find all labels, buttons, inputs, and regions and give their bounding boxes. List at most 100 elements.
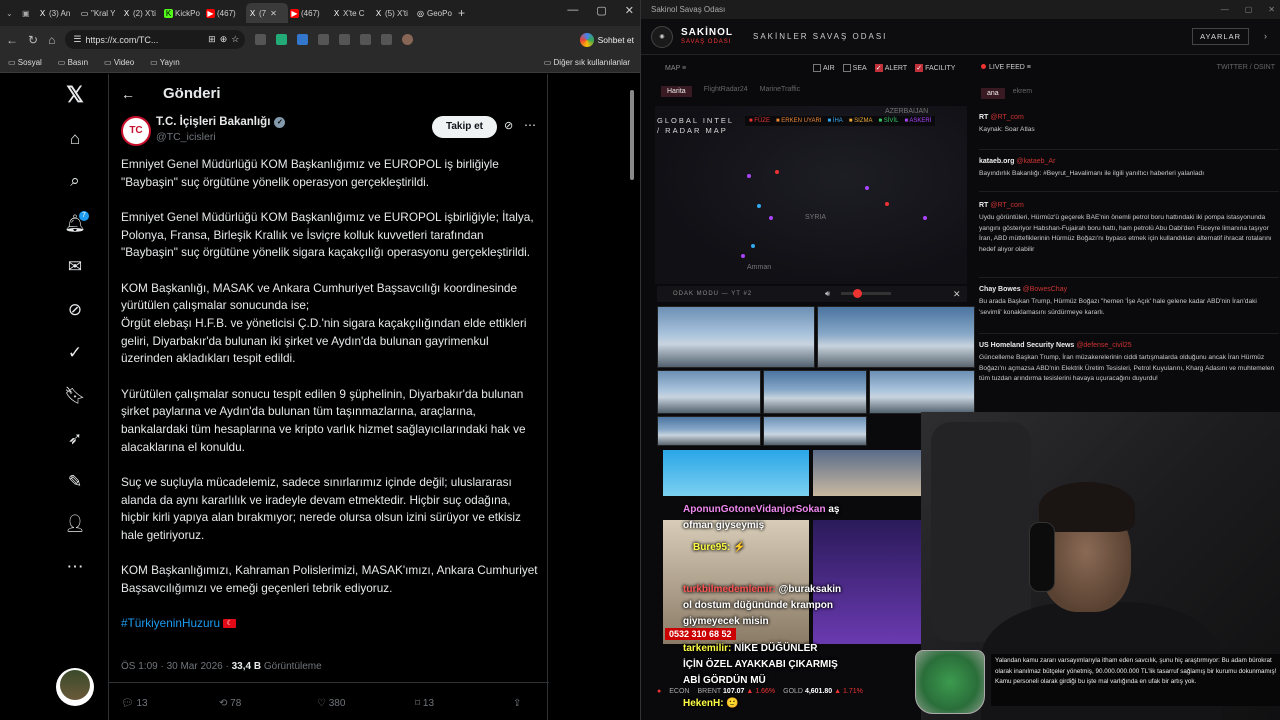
favorite-icon[interactable]: ☆ — [231, 34, 239, 45]
extension-icon[interactable] — [318, 34, 330, 45]
feed-post[interactable]: RT @RT_com Uydu görüntüleri, Hürmüz'ü geç… — [979, 202, 1279, 278]
map-marker[interactable] — [923, 216, 927, 220]
close-tab-icon[interactable]: ✕ — [270, 9, 277, 18]
articles-icon[interactable]: ✎ — [64, 471, 86, 493]
grok-icon[interactable]: ⊘ — [64, 299, 86, 321]
workspace-icon[interactable]: ▣ — [20, 3, 36, 23]
refresh-icon[interactable]: ↻ — [28, 33, 38, 47]
like-button[interactable]: ♡ 380 — [317, 698, 415, 709]
camera-feed[interactable] — [657, 416, 761, 446]
post-time[interactable]: ÖS 1:09 · 30 Mar 2026 · — [121, 661, 232, 672]
bookmark-folder[interactable]: Basın — [58, 58, 88, 67]
reply-button[interactable]: 💬︎ 13 — [121, 698, 219, 709]
browser-tab-10[interactable]: ◎ GeoPo — [414, 3, 456, 23]
translate-icon[interactable]: ⊞ — [208, 34, 216, 45]
tab-menu-icon[interactable]: ⌄ — [4, 3, 20, 23]
feed-post[interactable]: US Homeland Security News @defense_civil2… — [979, 342, 1279, 410]
hashtag-link[interactable]: #TürkiyeninHuzuru — [121, 616, 220, 630]
account-avatar[interactable]: TC — [121, 116, 151, 146]
browser-tab-1[interactable]: X (3) An — [36, 3, 78, 23]
feed-post[interactable]: RT @RT_com Kaynak: Soar Atlas — [979, 114, 1279, 150]
camera-feed[interactable] — [817, 306, 975, 368]
explore-search-icon[interactable]: ⌕ — [64, 170, 86, 192]
bookmark-folder[interactable]: Sosyal — [8, 58, 42, 67]
map-marker[interactable] — [769, 216, 773, 220]
share-icon[interactable]: ⇪ — [513, 698, 533, 709]
bookmark-folder[interactable]: Video — [104, 58, 134, 67]
premium-icon[interactable]: ✓ — [64, 342, 86, 364]
extension-icon[interactable] — [297, 34, 309, 45]
user-avatar[interactable] — [60, 670, 90, 700]
tab-ekrem[interactable]: ekrem — [1013, 88, 1032, 99]
volume-slider-knob[interactable] — [853, 289, 862, 298]
map-marker[interactable] — [747, 174, 751, 178]
settings-button[interactable]: AYARLAR — [1192, 28, 1249, 45]
favorites-icon[interactable] — [360, 34, 372, 45]
collections-icon[interactable] — [381, 34, 393, 45]
back-icon[interactable]: ← — [6, 33, 18, 47]
grok-explain-icon[interactable]: ⊘ — [504, 119, 513, 132]
map-marker[interactable] — [885, 202, 889, 206]
minimize-icon[interactable]: — — [567, 4, 578, 17]
minimize-icon[interactable]: — — [1221, 0, 1229, 19]
split-screen-icon[interactable] — [339, 34, 351, 45]
filter-facility[interactable]: ✓ FACILITY — [915, 64, 955, 72]
home-icon[interactable]: ⌂ — [48, 33, 55, 47]
account-name[interactable]: T.C. İçişleri Bakanlığı ✓ — [156, 116, 286, 128]
scrollbar-thumb[interactable] — [630, 90, 634, 180]
notifications-icon[interactable]: 🔔︎ 7 — [64, 211, 89, 235]
browser-tab-2[interactable]: ▭ "Kral Y — [78, 3, 120, 23]
camera-feed[interactable] — [763, 416, 867, 446]
profile-icon[interactable]: 👤︎ — [64, 513, 86, 535]
more-icon[interactable]: ⋯ — [524, 118, 536, 132]
map-marker[interactable] — [741, 254, 745, 258]
browser-tab-4[interactable]: K KickPo — [162, 3, 204, 23]
chevron-icon[interactable]: › — [1264, 31, 1267, 41]
home-icon[interactable]: ⌂ — [64, 128, 86, 150]
camera-feed[interactable] — [763, 370, 867, 414]
camera-feed[interactable] — [869, 370, 975, 414]
filter-air[interactable]: AIR — [813, 64, 835, 72]
other-favorites[interactable]: Diğer sık kullanılanlar — [544, 58, 630, 67]
zoom-icon[interactable]: ⊕ — [220, 34, 228, 45]
feed-post[interactable]: kataeb.org @kataeb_Ar Bayındırlık Bakanlı… — [979, 158, 1279, 192]
repost-button[interactable]: ⟲ 78 — [219, 698, 317, 709]
bookmark-folder[interactable]: Yayın — [150, 58, 180, 67]
maximize-icon[interactable]: ▢ — [596, 4, 606, 17]
filter-sea[interactable]: SEA — [842, 64, 867, 72]
bookmark-button[interactable]: ⌑ 13 — [415, 698, 513, 709]
new-tab-icon[interactable]: + — [456, 3, 472, 23]
more-options-icon[interactable]: ⋯ — [64, 556, 86, 578]
extension-icon[interactable] — [255, 34, 267, 45]
messages-icon[interactable]: ✉ — [64, 256, 86, 278]
feed-post[interactable]: Chay Bowes @BowesChay Bu arada Başkan Tru… — [979, 286, 1279, 334]
close-icon[interactable]: ✕ — [953, 289, 961, 300]
map-marker[interactable] — [751, 244, 755, 248]
copilot-chat-button[interactable]: Sohbet et — [579, 32, 634, 47]
browser-tab-7[interactable]: ▶ (467) — [288, 3, 330, 23]
tab-ana[interactable]: ana — [981, 88, 1005, 99]
follow-button[interactable]: Takip et — [432, 116, 497, 138]
camera-feed[interactable] — [657, 306, 815, 368]
account-handle[interactable]: @TC_icisleri — [156, 131, 216, 143]
browser-tab-8[interactable]: X X'te C — [330, 3, 372, 23]
tab-harita[interactable]: Harita — [661, 86, 692, 97]
x-logo-icon[interactable]: 𝕏 — [64, 84, 86, 106]
volume-icon[interactable]: 🔊︎ — [825, 289, 830, 299]
back-arrow-icon[interactable]: ← — [121, 86, 135, 102]
bookmarks-icon[interactable]: 🔖︎ — [64, 385, 86, 407]
map-marker[interactable] — [757, 204, 761, 208]
close-window-icon[interactable]: ✕ — [625, 4, 634, 17]
camera-feed[interactable] — [657, 370, 761, 414]
maximize-icon[interactable]: ▢ — [1245, 0, 1253, 19]
jobs-rocket-icon[interactable]: ➶ — [64, 428, 86, 450]
browser-tab-9[interactable]: X (5) X'ti — [372, 3, 414, 23]
tab-flightradar[interactable]: FlightRadar24 — [704, 86, 748, 97]
map-marker[interactable] — [775, 170, 779, 174]
tab-marinetraffic[interactable]: MarineTraffic — [760, 86, 800, 97]
map-marker[interactable] — [865, 186, 869, 190]
volume-slider[interactable] — [841, 292, 891, 295]
close-window-icon[interactable]: ✕ — [1268, 0, 1275, 19]
profile-avatar[interactable] — [402, 34, 414, 45]
browser-tab-3[interactable]: X (2) X'ti — [120, 3, 162, 23]
